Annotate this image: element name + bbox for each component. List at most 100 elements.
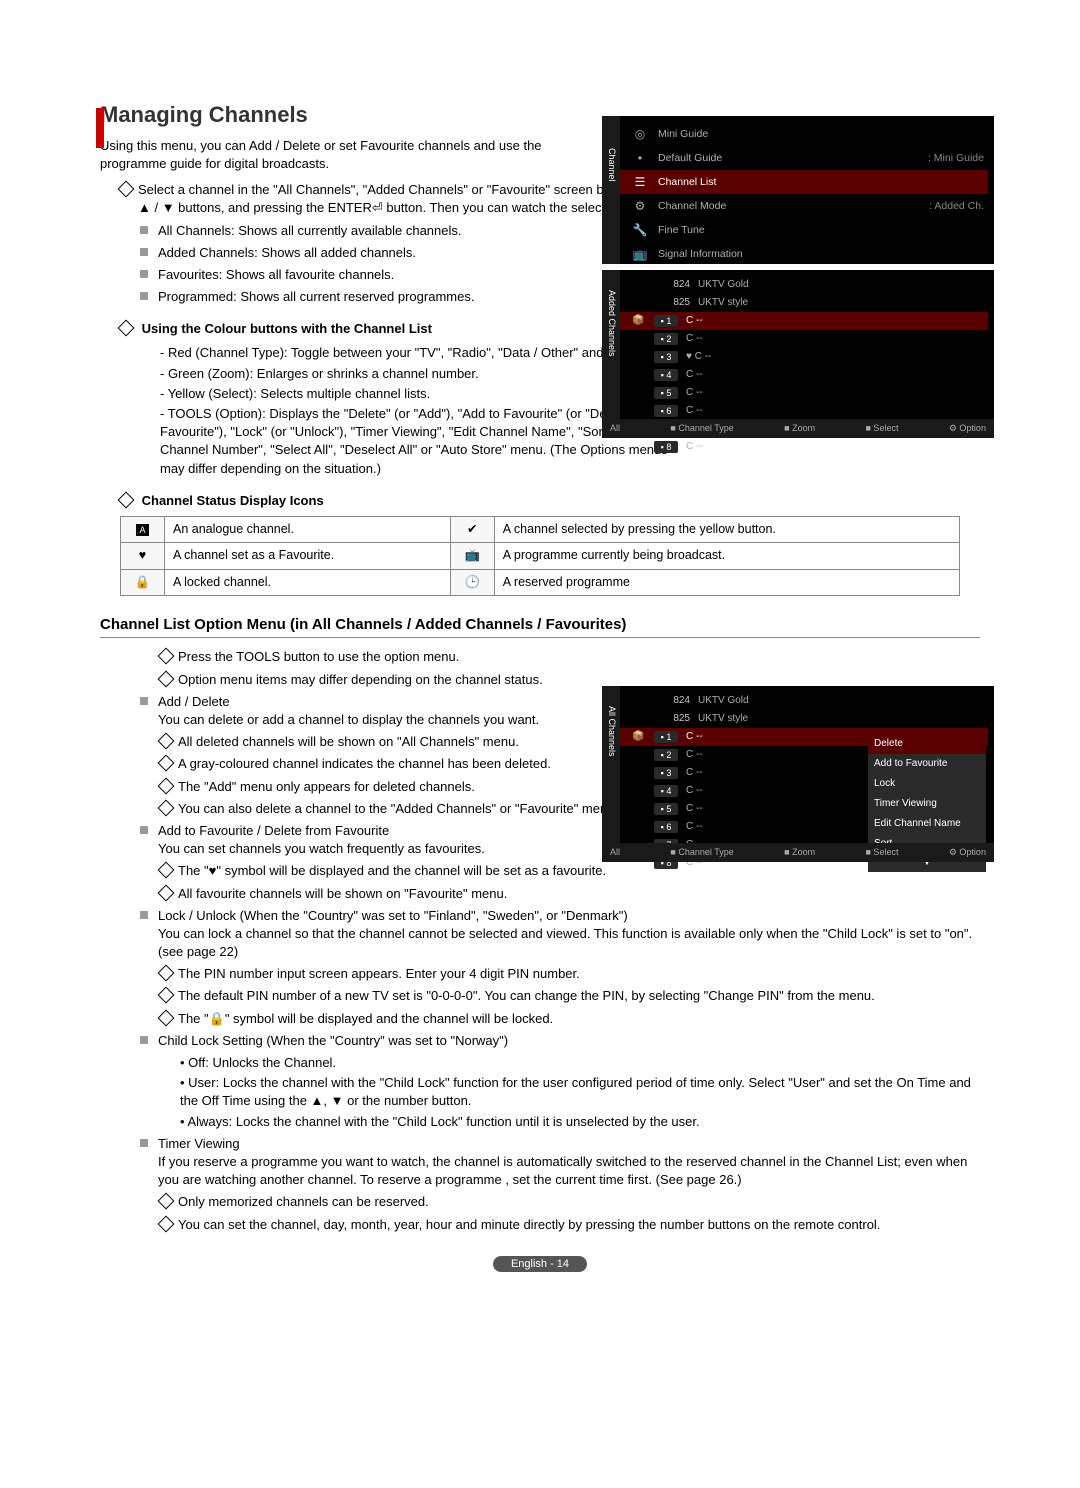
option-item: Timer Viewing [868, 794, 986, 814]
row-icon: 📦 [632, 730, 646, 744]
menu-icon: • [632, 150, 648, 166]
footer-hint: ■ Channel Type [670, 846, 733, 859]
channel-row: ▪ 3♥ C -- [608, 348, 988, 366]
channel-row: 825UKTV style [608, 710, 988, 728]
footer-hint: ■ Channel Type [670, 422, 733, 435]
tv-menu-item: ☰Channel List [608, 170, 988, 194]
footer-hint: ⚙ Option [949, 846, 986, 859]
footer-hint: ■ Select [866, 846, 899, 859]
square-bullet-icon [140, 248, 148, 256]
footer-hint: ■ Zoom [784, 422, 815, 435]
checkmark-icon: ✔ [450, 516, 494, 543]
red-sidebar-mark [96, 108, 104, 148]
menu-icon: 📺 [632, 246, 648, 262]
note-icon [160, 987, 178, 1005]
footer-hint: ⚙ Option [949, 422, 986, 435]
cell: A reserved programme [494, 569, 959, 596]
option-item: Add to Favourite [868, 754, 986, 774]
intro-text: Using this menu, you can Add / Delete or… [100, 137, 580, 173]
square-bullet-icon [140, 911, 148, 919]
note-item: Only memorized channels can be reserved. [160, 1193, 980, 1211]
lock-icon: 🔒 [121, 569, 165, 596]
note-icon [120, 181, 138, 199]
note-icon [160, 885, 178, 903]
cell: An analogue channel. [165, 516, 451, 543]
note-icon [160, 648, 178, 666]
note-icon [160, 1216, 178, 1234]
note-icon [160, 1010, 178, 1028]
menu-icon: ☰ [632, 174, 648, 190]
note-icon [118, 491, 135, 508]
timer-heading: Timer Viewing If you reserve a programme… [140, 1135, 980, 1190]
square-bullet-icon [140, 1139, 148, 1147]
note-item: The PIN number input screen appears. Ent… [160, 965, 980, 983]
channel-row: 824UKTV Gold [608, 692, 988, 710]
square-bullet-icon [140, 270, 148, 278]
tv-menu-item: ◎Mini Guide [608, 122, 988, 146]
square-bullet-icon [140, 1036, 148, 1044]
childlock-items: • Off: Unlocks the Channel. • User: Locks… [100, 1054, 980, 1131]
figure-channel-menu: Channel ◎Mini Guide•Default Guide: Mini … [602, 116, 994, 438]
childlock-item: • Always: Locks the channel with the "Ch… [180, 1113, 980, 1131]
channel-row: ▪ 8C -- [608, 438, 988, 456]
menu-icon: 🔧 [632, 222, 648, 238]
footer-hint: All [610, 846, 620, 859]
channel-row: ▪ 4C -- [608, 366, 988, 384]
square-bullet-icon [140, 697, 148, 705]
section2-title: Channel List Option Menu (in All Channel… [100, 614, 980, 638]
note-icon [160, 1193, 178, 1211]
note-item: The default PIN number of a new TV set i… [160, 987, 980, 1005]
heart-icon: ♥ [121, 543, 165, 570]
tv-menu-item: ⚙Channel Mode: Added Ch. [608, 194, 988, 218]
note-icon [160, 778, 178, 796]
note-item: Press the TOOLS button to use the option… [160, 648, 980, 666]
channel-row: 📦▪ 1C -- [608, 312, 988, 330]
row-icon: 📦 [632, 314, 646, 328]
note-icon [160, 733, 178, 751]
note-icon [160, 671, 178, 689]
tv-menu-item: 📺Signal Information [608, 242, 988, 266]
childlock-item: • Off: Unlocks the Channel. [180, 1054, 980, 1072]
tv-menu-item: •Default Guide: Mini Guide [608, 146, 988, 170]
cell: A locked channel. [165, 569, 451, 596]
note-item: All favourite channels will be shown on … [160, 885, 980, 903]
figure-option-popup: All Channels 824UKTV Gold825UKTV style 📦… [602, 680, 994, 862]
channel-row: 824UKTV Gold [608, 276, 988, 294]
cell: A channel set as a Favourite. [165, 543, 451, 570]
channel-row: ▪ 2C -- [608, 330, 988, 348]
cell: A channel selected by pressing the yello… [494, 516, 959, 543]
square-bullet-icon [140, 292, 148, 300]
footer-hint: ■ Zoom [784, 846, 815, 859]
clock-icon: 🕒 [450, 569, 494, 596]
page-number: English - 14 [100, 1254, 980, 1272]
note-icon [160, 755, 178, 773]
manual-page: Managing Channels Using this menu, you c… [0, 0, 1080, 1312]
note-icon [160, 862, 178, 880]
option-item: Delete [868, 734, 986, 754]
menu-icon: ⚙ [632, 198, 648, 214]
childlock-heading: Child Lock Setting (When the "Country" w… [140, 1032, 980, 1050]
option-item: Lock [868, 774, 986, 794]
channel-row: 825UKTV style [608, 294, 988, 312]
channel-row: ▪ 6C -- [608, 402, 988, 420]
square-bullet-icon [140, 826, 148, 834]
channel-row: ▪ 5C -- [608, 384, 988, 402]
tv-menu-item: 🔧Fine Tune [608, 218, 988, 242]
note-item: You can set the channel, day, month, yea… [160, 1216, 980, 1234]
note-icon [118, 320, 135, 337]
note-icon [160, 800, 178, 818]
lock-heading: Lock / Unlock (When the "Country" was se… [140, 907, 980, 962]
status-table: A An analogue channel. ✔ A channel selec… [120, 516, 960, 597]
menu-icon: ◎ [632, 126, 648, 142]
cell: A programme currently being broadcast. [494, 543, 959, 570]
footer-hint: All [610, 422, 620, 435]
option-item: Edit Channel Name [868, 814, 986, 834]
footer-hint: ■ Select [866, 422, 899, 435]
square-bullet-icon [140, 226, 148, 234]
childlock-item: • User: Locks the channel with the "Chil… [180, 1074, 980, 1110]
note-icon [160, 965, 178, 983]
lock-notes: The PIN number input screen appears. Ent… [100, 965, 980, 1028]
analogue-badge-icon: A [121, 516, 165, 543]
broadcast-icon: 📺 [450, 543, 494, 570]
note-item: The "🔒" symbol will be displayed and the… [160, 1010, 980, 1028]
